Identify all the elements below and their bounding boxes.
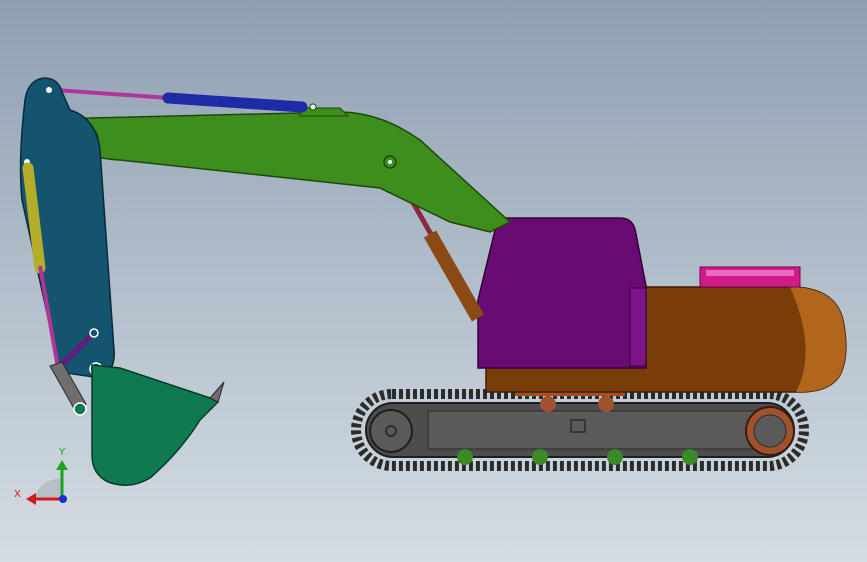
bucket-tooth bbox=[209, 381, 225, 403]
z-axis-dot bbox=[59, 495, 67, 503]
x-axis-arrowhead bbox=[26, 493, 36, 505]
roller bbox=[457, 449, 473, 465]
track-frame-body bbox=[427, 410, 759, 450]
bucket-link-pin bbox=[73, 402, 87, 416]
excavator-model[interactable]: Y X bbox=[0, 0, 867, 562]
pin-center bbox=[46, 87, 52, 93]
boom[interactable] bbox=[73, 111, 512, 233]
idler-wheel bbox=[369, 409, 413, 453]
pin-center bbox=[309, 103, 317, 111]
stick-cylinder bbox=[162, 92, 308, 113]
roller bbox=[532, 449, 548, 465]
roller bbox=[607, 449, 623, 465]
stick-cylinder-bracket bbox=[299, 107, 350, 117]
y-axis-arrowhead bbox=[56, 460, 68, 470]
engine-cover-highlight bbox=[706, 270, 794, 276]
sprocket-hub bbox=[753, 414, 787, 448]
bucket[interactable] bbox=[91, 364, 220, 486]
roller bbox=[682, 449, 698, 465]
link-pin bbox=[89, 328, 99, 338]
boom-cylinder bbox=[423, 230, 485, 322]
x-axis-label: X bbox=[14, 489, 21, 500]
triad-plane bbox=[35, 478, 62, 499]
stick-cylinder-rod bbox=[54, 88, 171, 100]
operator-cab[interactable] bbox=[477, 217, 647, 369]
carrier-roller bbox=[540, 396, 556, 412]
cad-viewport[interactable]: Y X bbox=[0, 0, 867, 562]
pin-center bbox=[388, 160, 392, 164]
y-axis-label: Y bbox=[58, 447, 66, 458]
carrier-roller bbox=[598, 396, 614, 412]
track-assembly[interactable] bbox=[351, 389, 809, 471]
axis-triad: Y X bbox=[14, 447, 68, 505]
cab-door bbox=[629, 287, 647, 367]
